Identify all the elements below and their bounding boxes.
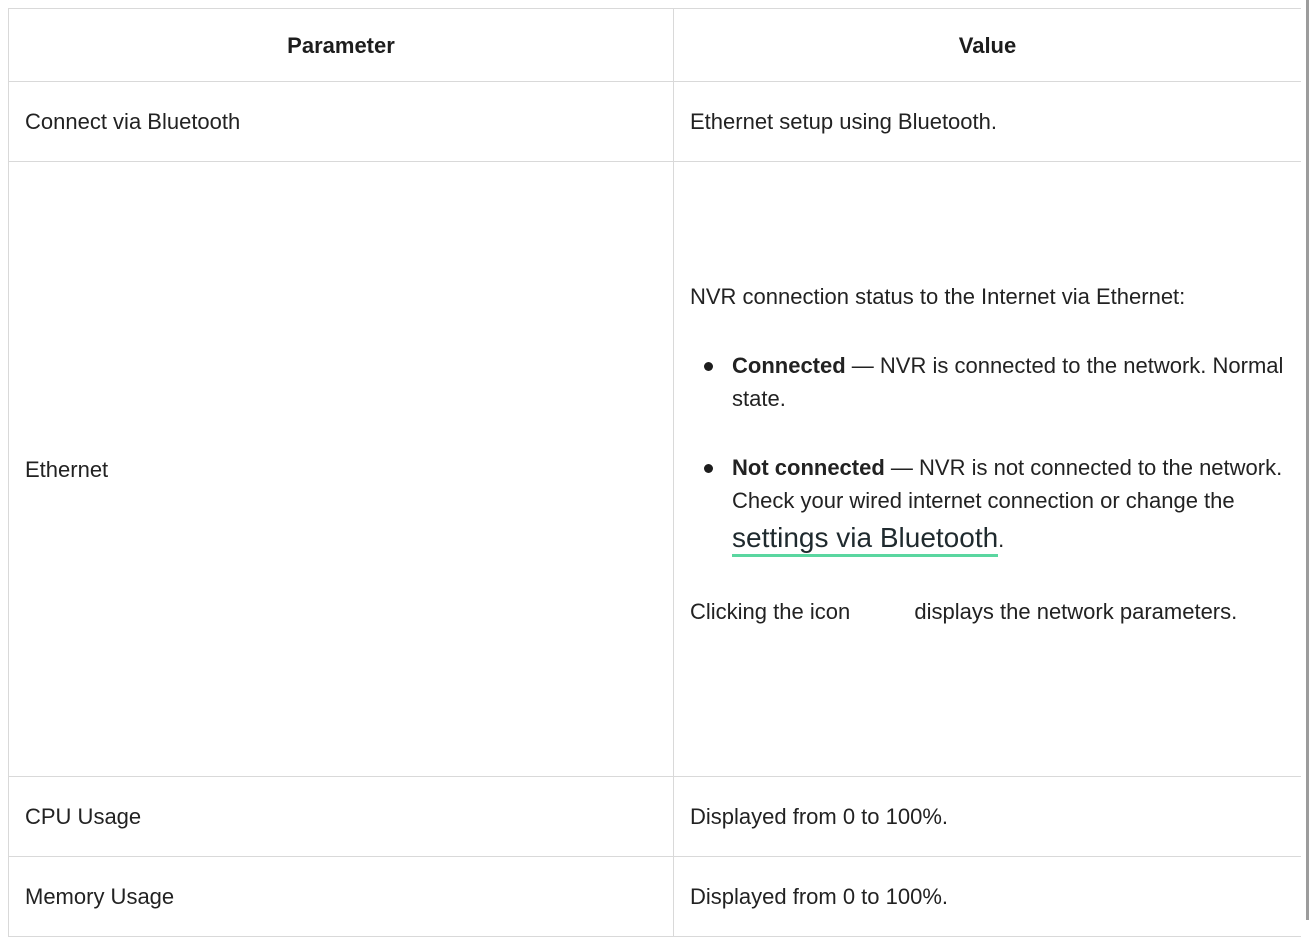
header-parameter: Parameter xyxy=(8,8,674,82)
note-text-before-icon: Clicking the icon xyxy=(690,599,857,624)
parameters-table: Parameter Value Connect via Bluetooth Et… xyxy=(8,8,1301,937)
table-row-cpu-usage: CPU Usage Displayed from 0 to 100%. xyxy=(8,776,1301,857)
settings-via-bluetooth-link[interactable]: settings via Bluetooth xyxy=(732,522,999,557)
parameter-cell: Ethernet xyxy=(8,161,674,777)
list-item-not-connected: Not connected — NVR is not connected to … xyxy=(704,451,1285,559)
bullet-icon xyxy=(704,464,713,473)
ethernet-intro: NVR connection status to the Internet vi… xyxy=(690,284,1186,309)
parameter-cell: CPU Usage xyxy=(8,776,674,857)
table-row-ethernet: Ethernet NVR connection status to the In… xyxy=(8,161,1301,777)
value-cell: NVR connection status to the Internet vi… xyxy=(673,161,1301,777)
network-parameters-note: Clicking the icon displays the network p… xyxy=(690,595,1285,628)
link-trailing-period: . xyxy=(998,527,1005,552)
value-cell: Displayed from 0 to 100%. xyxy=(673,856,1301,937)
status-not-connected-label: Not connected xyxy=(732,455,885,480)
parameter-cell: Memory Usage xyxy=(8,856,674,937)
table-row-memory-usage: Memory Usage Displayed from 0 to 100%. xyxy=(8,856,1301,937)
table-row-connect-via-bluetooth: Connect via Bluetooth Ethernet setup usi… xyxy=(8,81,1301,162)
header-value: Value xyxy=(673,8,1301,82)
network-parameters-icon[interactable] xyxy=(856,603,908,623)
parameter-cell: Connect via Bluetooth xyxy=(8,81,674,162)
parameters-table-container: Parameter Value Connect via Bluetooth Et… xyxy=(8,8,1301,938)
status-connected-label: Connected xyxy=(732,353,846,378)
bullet-icon xyxy=(704,362,713,371)
list-item-connected: Connected — NVR is connected to the netw… xyxy=(704,349,1285,415)
note-text-after-icon: displays the network parameters. xyxy=(908,599,1238,624)
value-cell: Ethernet setup using Bluetooth. xyxy=(673,81,1301,162)
ethernet-status-list: Connected — NVR is connected to the netw… xyxy=(690,349,1285,559)
table-header-row: Parameter Value xyxy=(8,8,1301,82)
value-cell: Displayed from 0 to 100%. xyxy=(673,776,1301,857)
